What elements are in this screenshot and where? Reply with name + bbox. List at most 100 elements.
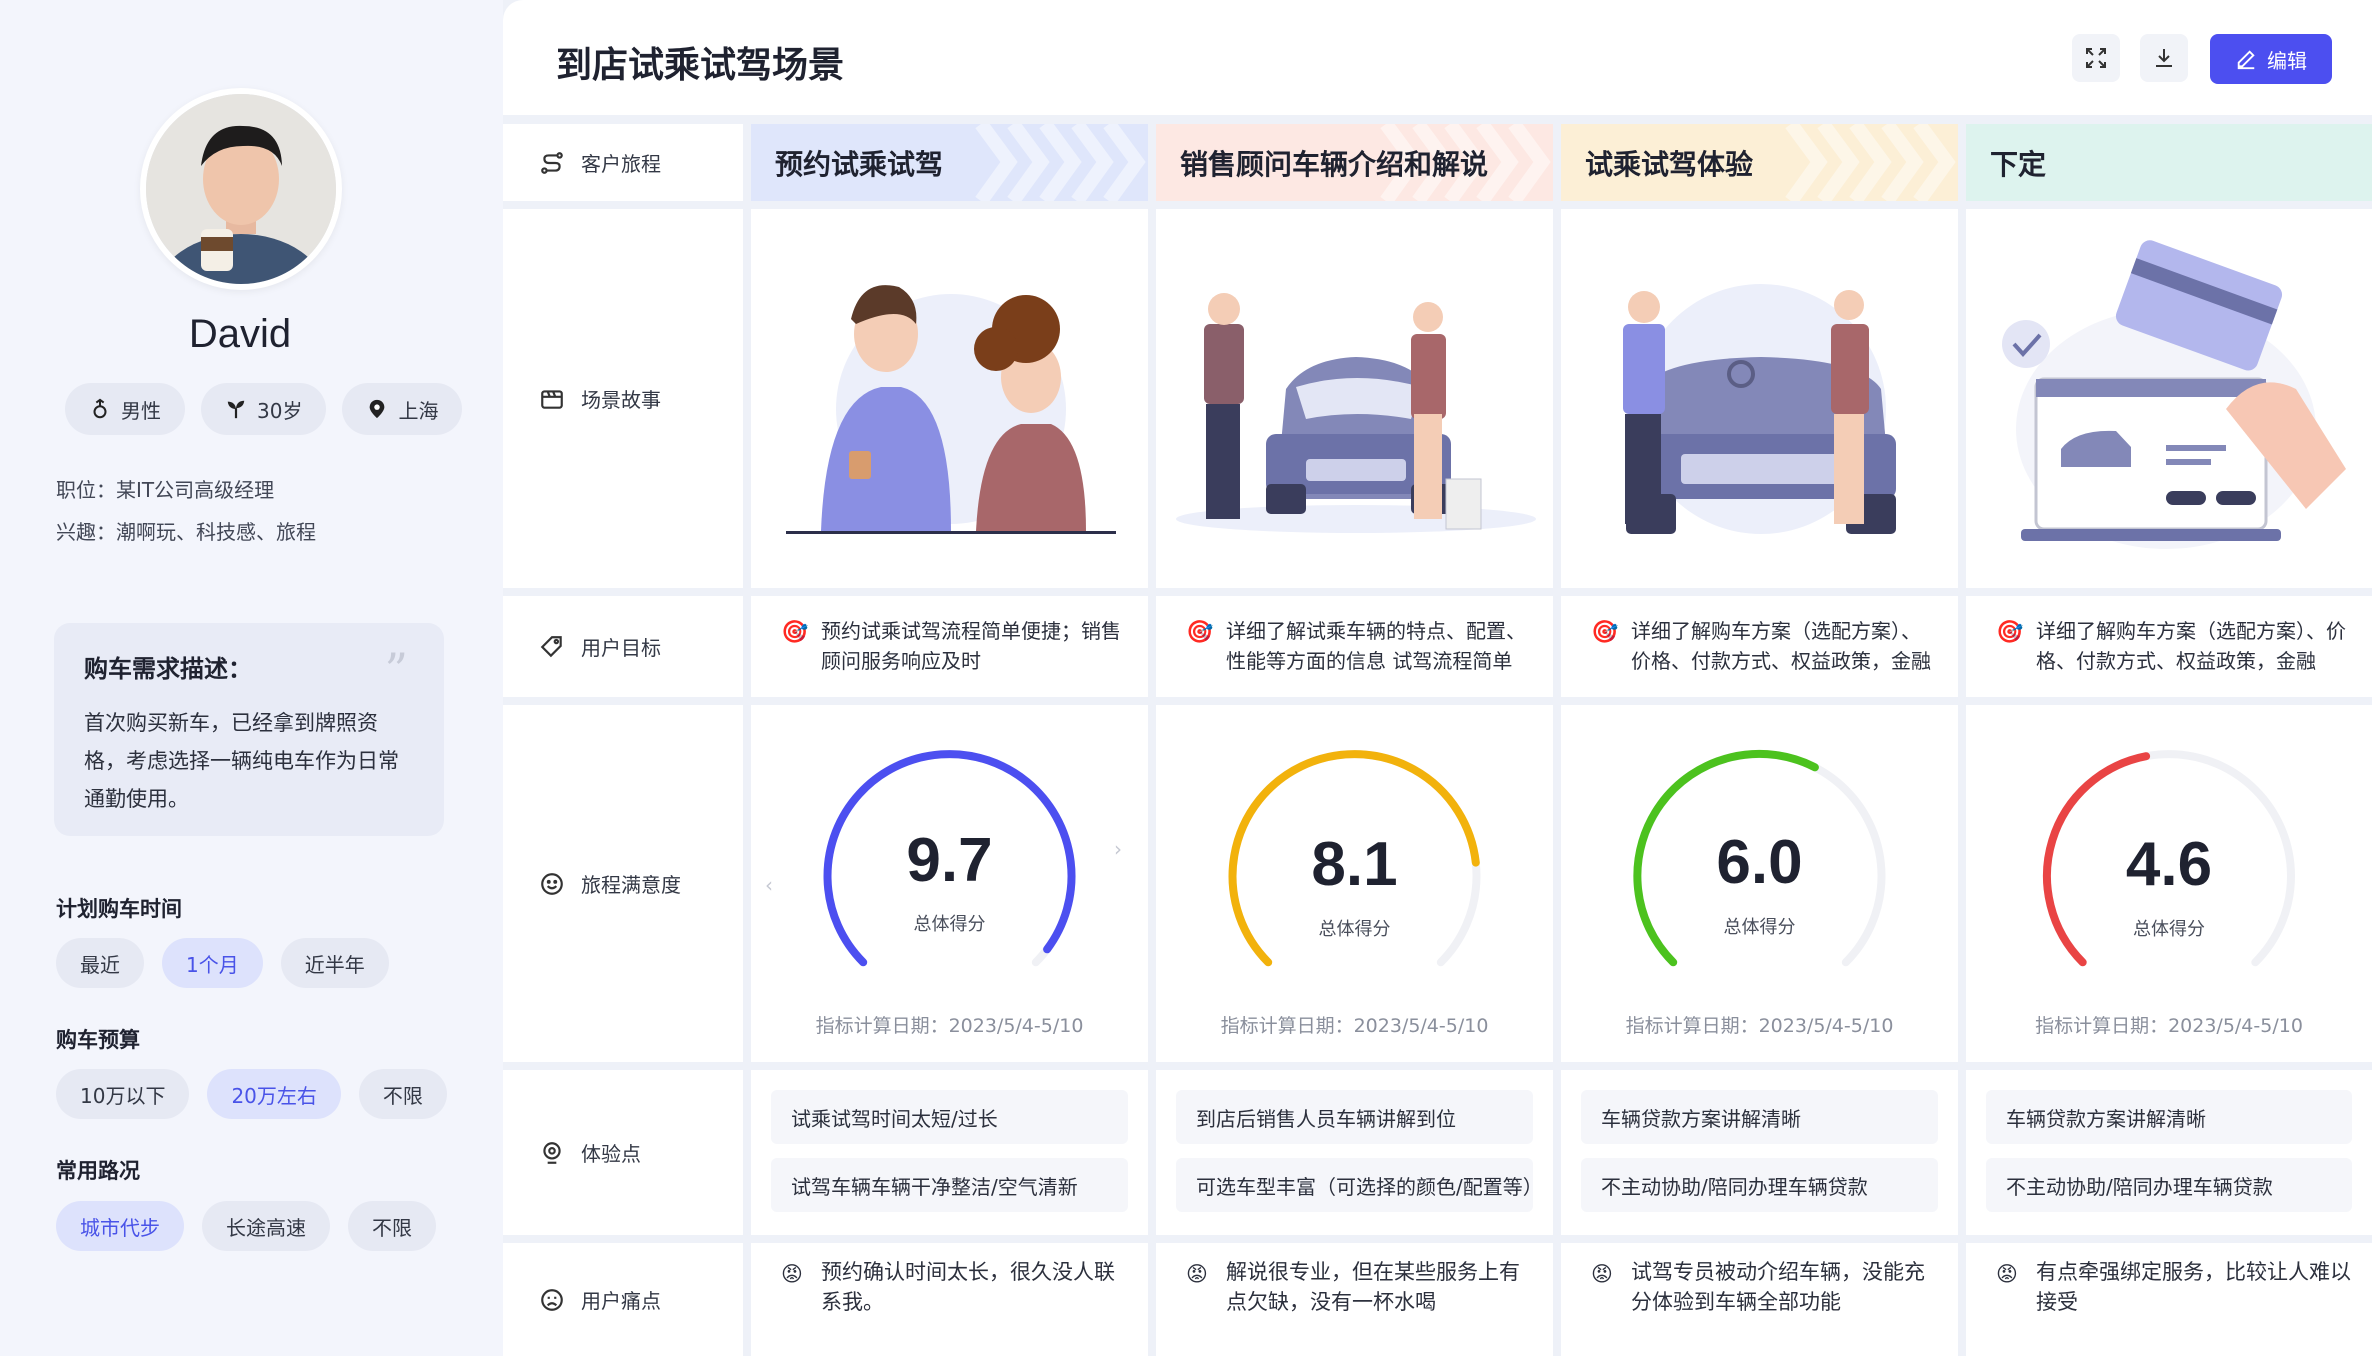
- goal-text: 详细了解试乘车辆的特点、配置、性能等方面的信息 试驾流程简单: [1226, 619, 1526, 673]
- score-value: 8.1: [1311, 830, 1398, 899]
- stage-header-0[interactable]: 预约试乘试驾: [751, 124, 1148, 201]
- dart-target-icon: 🎯: [1591, 620, 1619, 645]
- stage-header-1[interactable]: 销售顾问车辆介绍和解说: [1156, 124, 1553, 201]
- route-icon: [541, 151, 563, 174]
- angry-face-icon: 😡: [1186, 1262, 1208, 1286]
- test-drive-keys-illustration: [1623, 284, 1896, 534]
- avatar: [140, 88, 342, 290]
- goal-cell-1: 🎯 详细了解试乘车辆的特点、配置、性能等方面的信息 试驾流程简单: [1156, 596, 1553, 697]
- score-value: 9.7: [906, 826, 993, 895]
- location-pin-icon: [370, 399, 385, 419]
- experience-item: 车辆贷款方案讲解清晰: [1986, 1090, 2352, 1144]
- score-value: 4.6: [2125, 830, 2213, 899]
- tag-gender: 男性: [65, 383, 185, 435]
- experience-item: 不主动协助/陪同办理车辆贷款: [1581, 1158, 1938, 1212]
- score-date: 指标计算日期：2023/5/4-5/10: [2035, 1015, 2303, 1037]
- tag-age: 30岁: [201, 383, 327, 435]
- stage-name: 预约试乘试驾: [775, 147, 944, 181]
- row-label-text: 场景故事: [581, 388, 661, 412]
- experience-item: 不主动协助/陪同办理车辆贷款: [1986, 1158, 2352, 1212]
- filter-label-budget: 购车预算: [56, 1028, 140, 1052]
- stage-name: 试乘试驾体验: [1585, 147, 1754, 181]
- experience-cell-2: 车辆贷款方案讲解清晰 不主动协助/陪同办理车辆贷款: [1561, 1070, 1958, 1235]
- pain-cell-1: 😡 解说很专业，但在某些服务上有点欠缺，没有一杯水喝: [1156, 1243, 1553, 1356]
- score-label: 总体得分: [1723, 917, 1796, 938]
- row-label-text: 用户痛点: [581, 1289, 661, 1313]
- fullscreen-icon: [2086, 48, 2106, 68]
- chip-highway[interactable]: 长途高速: [202, 1201, 330, 1251]
- profile-name: David: [188, 312, 292, 356]
- pain-text: 有点牵强绑定服务，比较让人难以接受: [2036, 1260, 2351, 1314]
- phone-call-illustration: [786, 285, 1116, 534]
- chip-recent[interactable]: 最近: [56, 938, 144, 988]
- pain-cell-2: 😡 试驾专员被动介绍车辆，没能充分体验到车辆全部功能: [1561, 1243, 1958, 1356]
- angry-face-icon: 😡: [781, 1262, 803, 1286]
- tag-icon: [540, 635, 562, 657]
- download-button[interactable]: [2140, 34, 2188, 82]
- chip-unlimited-road[interactable]: 不限: [348, 1201, 436, 1251]
- edit-button[interactable]: 编辑: [2210, 34, 2332, 84]
- pain-text: 解说很专业，但在某些服务上有点欠缺，没有一杯水喝: [1226, 1260, 1520, 1314]
- purchase-need-card: 购车需求描述： ” 首次购买新车，已经拿到牌照资格，考虑选择一辆纯电车作为日常通…: [54, 623, 444, 836]
- chevron-left-icon[interactable]: ‹: [765, 873, 773, 897]
- filter-chips-road: 城市代步 长途高速 不限: [56, 1201, 436, 1251]
- edit-label: 编辑: [2267, 48, 2307, 73]
- quote-mark-icon: ”: [384, 643, 408, 697]
- row-label-experience: 体验点: [503, 1070, 743, 1235]
- chip-half-year[interactable]: 近半年: [280, 938, 389, 988]
- chevron-right-icon[interactable]: ›: [1114, 837, 1122, 861]
- experience-item: 试驾车辆车辆干净整洁/空气清新: [771, 1158, 1128, 1212]
- location-target-icon: [543, 1141, 561, 1164]
- goal-text: 预约试乘试驾流程简单便捷；销售顾问服务响应及时: [821, 619, 1121, 673]
- journey-map-panel: 到店试乘试驾场景 编辑 客户旅程 场景故事 用户目标 旅程满意度 体验点 用户痛…: [503, 0, 2372, 1356]
- chip-unlimited-budget[interactable]: 不限: [358, 1069, 447, 1119]
- gender-icon: [93, 398, 107, 419]
- score-label: 总体得分: [913, 914, 986, 935]
- need-text: 首次购买新车，已经拿到牌照资格，考虑选择一辆纯电车作为日常通勤使用。: [84, 711, 399, 811]
- chip-around-200k[interactable]: 20万左右: [207, 1069, 341, 1119]
- chip-city-commute[interactable]: 城市代步: [56, 1201, 184, 1251]
- story-cell-2: [1561, 209, 1958, 588]
- score-label: 总体得分: [1318, 919, 1391, 940]
- profile-tags: 男性 30岁 上海: [65, 383, 463, 435]
- goal-cell-2: 🎯 详细了解购车方案（选配方案）、价格、付款方式、权益政策，金融: [1561, 596, 1958, 697]
- goal-cell-3: 🎯 详细了解购车方案（选配方案）、价格、付款方式、权益政策，金融: [1966, 596, 2372, 697]
- profile-sidebar: David 男性 30岁 上海 职位：某IT公司高级经理 兴趣：潮啊玩、科技感、…: [0, 0, 503, 1356]
- story-cell-1: [1156, 209, 1553, 588]
- car-introduction-illustration: [1176, 293, 1536, 533]
- filter-label-time: 计划购车时间: [56, 897, 182, 921]
- goal-cell-0: 🎯 预约试乘试驾流程简单便捷；销售顾问服务响应及时: [751, 596, 1148, 697]
- pencil-icon: [2237, 50, 2255, 70]
- profile-job: 职位：某IT公司高级经理: [56, 478, 275, 502]
- tag-location: 上海: [342, 383, 463, 435]
- row-label-goal: 用户目标: [503, 596, 743, 697]
- satisfaction-cell-0: 9.7 总体得分 指标计算日期：2023/5/4-5/10 ‹ ›: [751, 705, 1148, 1062]
- experience-item: 试乘试驾时间太短/过长: [771, 1090, 1128, 1144]
- chip-1-month[interactable]: 1个月: [162, 938, 263, 988]
- fullscreen-button[interactable]: [2072, 34, 2120, 82]
- tag-label: 30岁: [257, 398, 303, 423]
- experience-cell-3: 车辆贷款方案讲解清晰 不主动协助/陪同办理车辆贷款: [1966, 1070, 2372, 1235]
- stage-header-3[interactable]: 下定: [1966, 124, 2372, 201]
- tag-label: 上海: [398, 398, 439, 423]
- score-date: 指标计算日期：2023/5/4-5/10: [815, 1015, 1084, 1037]
- tag-label: 男性: [121, 398, 161, 423]
- chip-under-100k[interactable]: 10万以下: [56, 1069, 190, 1119]
- experience-item: 到店后销售人员车辆讲解到位: [1176, 1090, 1533, 1144]
- row-label-journey: 客户旅程: [503, 124, 743, 201]
- score-date: 指标计算日期：2023/5/4-5/10: [1625, 1015, 1894, 1037]
- experience-cell-0: 试乘试驾时间太短/过长 试驾车辆车辆干净整洁/空气清新: [751, 1070, 1148, 1235]
- need-title: 购车需求描述：: [84, 655, 252, 683]
- story-cell-0: [751, 209, 1148, 588]
- clapperboard-icon: [541, 389, 563, 409]
- filter-chips-budget: 10万以下 20万左右 不限: [56, 1069, 447, 1119]
- story-cell-3: [1966, 209, 2372, 588]
- score-date: 指标计算日期：2023/5/4-5/10: [1220, 1015, 1489, 1037]
- sprout-icon: [227, 400, 245, 419]
- pain-text: 试驾专员被动介绍车辆，没能充分体验到车辆全部功能: [1631, 1260, 1925, 1314]
- stage-header-2[interactable]: 试乘试驾体验: [1561, 124, 1958, 201]
- filter-chips-time: 最近 1个月 近半年: [56, 938, 389, 988]
- filter-label-road: 常用路况: [56, 1159, 140, 1183]
- header-bar: 到店试乘试驾场景 编辑: [503, 0, 2372, 115]
- experience-cell-1: 到店后销售人员车辆讲解到位 可选车型丰富（可选择的颜色/配置等）: [1156, 1070, 1553, 1235]
